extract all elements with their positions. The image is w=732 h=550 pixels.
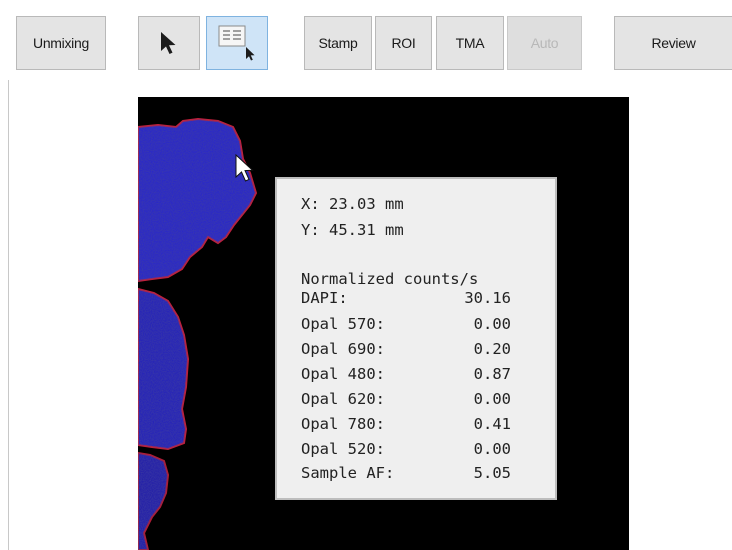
auto-button[interactable]: Auto xyxy=(507,16,582,70)
channel-row: Opal 690: 0.20 xyxy=(301,340,511,358)
pixel-readout-panel: X: 23.03 mm Y: 45.31 mm Normalized count… xyxy=(275,177,557,500)
select-tool-button[interactable] xyxy=(138,16,200,70)
toolbar: Unmixing Stamp ROI TMA Auto Review xyxy=(0,0,732,80)
channel-row: DAPI: 30.16 xyxy=(301,289,511,307)
mouse-cursor-icon xyxy=(235,154,254,182)
review-button[interactable]: Review xyxy=(614,16,732,70)
channel-row: Opal 520: 0.00 xyxy=(301,440,511,458)
unmixing-button[interactable]: Unmixing xyxy=(16,16,106,70)
pixel-readout-tool-button[interactable] xyxy=(206,16,268,70)
channel-row: Opal 480: 0.87 xyxy=(301,365,511,383)
channel-row: Opal 620: 0.00 xyxy=(301,390,511,408)
y-coordinate: Y: 45.31 mm xyxy=(301,221,404,239)
channel-row: Opal 570: 0.00 xyxy=(301,315,511,333)
roi-button[interactable]: ROI xyxy=(375,16,432,70)
channel-row: Opal 780: 0.41 xyxy=(301,415,511,433)
panel-border xyxy=(8,80,9,550)
pointer-arrow-icon xyxy=(161,32,176,54)
readout-heading: Normalized counts/s xyxy=(301,270,479,288)
x-coordinate: X: 23.03 mm xyxy=(301,195,404,213)
stamp-button[interactable]: Stamp xyxy=(304,16,372,70)
pixel-readout-icon xyxy=(218,25,255,61)
channel-row: Sample AF: 5.05 xyxy=(301,464,511,482)
tma-button[interactable]: TMA xyxy=(436,16,504,70)
